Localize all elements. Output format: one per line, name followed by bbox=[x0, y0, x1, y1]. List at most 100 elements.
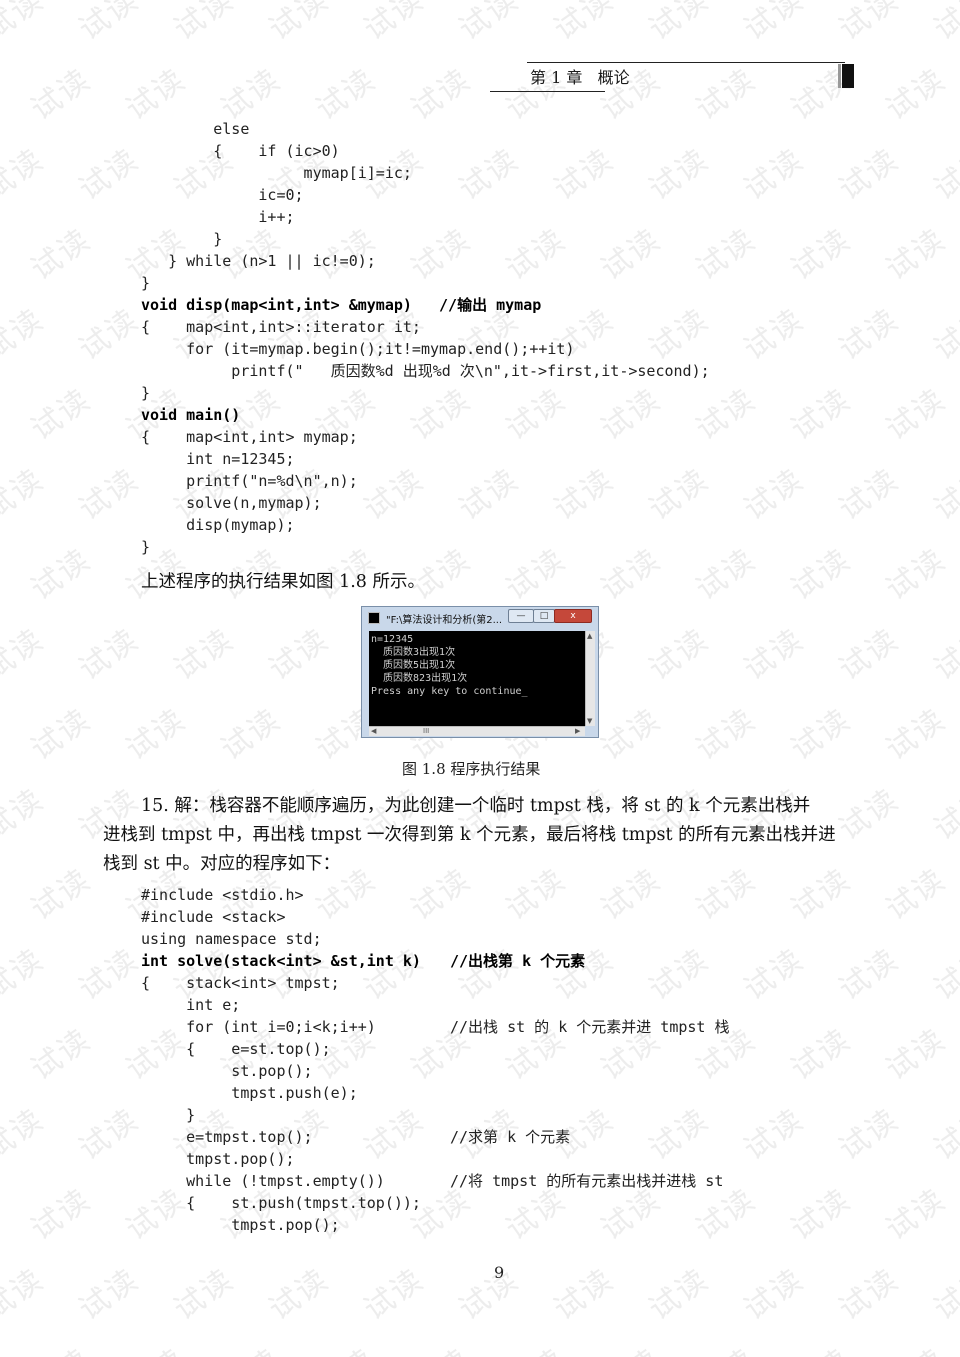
watermark-text: 试读 bbox=[737, 1262, 811, 1328]
code-line: tmpst.pop(); bbox=[141, 1150, 295, 1168]
code-line: } bbox=[141, 384, 151, 402]
code-line: } bbox=[141, 1106, 196, 1124]
watermark-text: 试读 bbox=[357, 1102, 431, 1168]
code-line: } bbox=[141, 538, 151, 556]
watermark-text: 试读 bbox=[927, 622, 960, 688]
console-line: n=12345 bbox=[371, 634, 414, 645]
code-line: while (!tmpst.empty()) bbox=[141, 1172, 385, 1190]
watermark-text: 试读 bbox=[784, 222, 858, 288]
console-horizontal-scrollbar: ◀ III ▶ bbox=[369, 726, 585, 736]
watermark-text: 试读 bbox=[642, 942, 716, 1008]
watermark-text: 试读 bbox=[879, 222, 953, 288]
watermark-text: 试读 bbox=[0, 462, 51, 528]
code-line: } bbox=[141, 274, 151, 292]
console-title: "F:\算法设计和分析(第2... bbox=[386, 615, 503, 626]
watermark-text: 试读 bbox=[594, 702, 668, 768]
console-window-figure: "F:\算法设计和分析(第2... — □ x n=12345 质因数3出现1次… bbox=[361, 606, 599, 738]
code-line: using namespace std; bbox=[141, 930, 322, 948]
code-line: else bbox=[141, 120, 250, 138]
watermark-text: 试读 bbox=[24, 222, 98, 288]
watermark-text: 试读 bbox=[72, 142, 146, 208]
watermark-text: 试读 bbox=[590, 1336, 668, 1357]
watermark-text: 试读 bbox=[832, 942, 906, 1008]
watermark-text: 试读 bbox=[400, 1336, 478, 1357]
console-line: 质因数823出现1次 bbox=[371, 673, 468, 684]
code-line: { map<int,int> mymap; bbox=[141, 428, 358, 446]
watermark-text: 试读 bbox=[24, 862, 98, 928]
watermark-text: 试读 bbox=[832, 302, 906, 368]
watermark-text: 试读 bbox=[24, 702, 98, 768]
watermark-text: 试读 bbox=[499, 382, 573, 448]
watermark-text: 试读 bbox=[499, 222, 573, 288]
watermark-text: 试读 bbox=[879, 702, 953, 768]
code-line: disp(mymap); bbox=[141, 516, 295, 534]
watermark-text: 试读 bbox=[784, 1182, 858, 1248]
watermark-text: 试读 bbox=[210, 1336, 288, 1357]
watermark-text: 试读 bbox=[594, 222, 668, 288]
watermark-text: 试读 bbox=[927, 1262, 960, 1328]
console-line: 质因数3出现1次 bbox=[371, 647, 456, 658]
watermark-text: 试读 bbox=[119, 702, 193, 768]
watermark-text: 试读 bbox=[689, 702, 763, 768]
code-line: e=tmpst.top(); bbox=[141, 1128, 313, 1146]
watermark-text: 试读 bbox=[499, 542, 573, 608]
watermark-text: 试读 bbox=[115, 1336, 193, 1357]
watermark-text: 试读 bbox=[832, 1262, 906, 1328]
code-line: for (it=mymap.begin();it!=mymap.end();++… bbox=[141, 340, 575, 358]
watermark-text: 试读 bbox=[167, 1262, 241, 1328]
watermark-text: 试读 bbox=[0, 942, 51, 1008]
watermark-text: 试读 bbox=[452, 142, 526, 208]
paragraph-15-line-3: 栈到 st 中。对应的程序如下： bbox=[103, 854, 341, 874]
scroll-thumb-grip: III bbox=[423, 727, 430, 735]
watermark-text: 试读 bbox=[879, 382, 953, 448]
console-app-icon bbox=[368, 612, 380, 624]
scroll-right-icon: ▶ bbox=[575, 727, 581, 735]
watermark-text: 试读 bbox=[832, 142, 906, 208]
watermark-text: 试读 bbox=[357, 1262, 431, 1328]
result-sentence: 上述程序的执行结果如图 1.8 所示。 bbox=[141, 572, 425, 592]
watermark-text: 试读 bbox=[305, 1336, 383, 1357]
watermark-text: 试读 bbox=[72, 302, 146, 368]
code-line: #include <stack> bbox=[141, 908, 286, 926]
watermark-text: 试读 bbox=[262, 1262, 336, 1328]
watermark-text: 试读 bbox=[167, 622, 241, 688]
watermark-text: 试读 bbox=[262, 622, 336, 688]
watermark-text: 试读 bbox=[927, 142, 960, 208]
code-line: #include <stdio.h> bbox=[141, 886, 304, 904]
watermark-text: 试读 bbox=[404, 382, 478, 448]
watermark-text: 试读 bbox=[737, 1102, 811, 1168]
watermark-text: 试读 bbox=[495, 1336, 573, 1357]
watermark-text: 试读 bbox=[832, 622, 906, 688]
watermark-text: 试读 bbox=[214, 702, 288, 768]
watermark-text: 试读 bbox=[309, 62, 383, 128]
watermark-text: 试读 bbox=[547, 462, 621, 528]
watermark-text: 试读 bbox=[784, 382, 858, 448]
code-line: void disp(map<int,int> &mymap) //输出 myma… bbox=[141, 296, 542, 314]
watermark-text: 试读 bbox=[404, 862, 478, 928]
watermark-text: 试读 bbox=[879, 62, 953, 128]
watermark-text: 试读 bbox=[879, 542, 953, 608]
watermark-text: 试读 bbox=[927, 302, 960, 368]
close-button: x bbox=[554, 609, 592, 623]
paragraph-15-line-2: 进栈到 tmpst 中，再出栈 tmpst 一次得到第 k 个元素，最后将栈 t… bbox=[103, 825, 836, 845]
watermark-text: 试读 bbox=[24, 62, 98, 128]
header-tab-marker bbox=[838, 64, 854, 88]
code-line: } while (n>1 || ic!=0); bbox=[141, 252, 376, 270]
watermark-text: 试读 bbox=[927, 0, 960, 48]
scroll-left-icon: ◀ bbox=[371, 727, 377, 735]
code-line: int e; bbox=[141, 996, 241, 1014]
watermark-text: 试读 bbox=[499, 862, 573, 928]
figure-caption: 图 1.8 程序执行结果 bbox=[402, 760, 541, 778]
watermark-text: 试读 bbox=[0, 0, 51, 48]
maximize-button: □ bbox=[533, 609, 555, 623]
watermark-text: 试读 bbox=[737, 462, 811, 528]
code-comment: //求第 k 个元素 bbox=[450, 1128, 571, 1146]
watermark-text: 试读 bbox=[685, 1336, 763, 1357]
watermark-text: 试读 bbox=[24, 1182, 98, 1248]
header-rule-bottom bbox=[490, 91, 605, 92]
watermark-text: 试读 bbox=[357, 462, 431, 528]
minimize-button: — bbox=[508, 609, 534, 623]
watermark-text: 试读 bbox=[24, 382, 98, 448]
watermark-text: 试读 bbox=[357, 0, 431, 48]
watermark-text: 试读 bbox=[0, 142, 51, 208]
